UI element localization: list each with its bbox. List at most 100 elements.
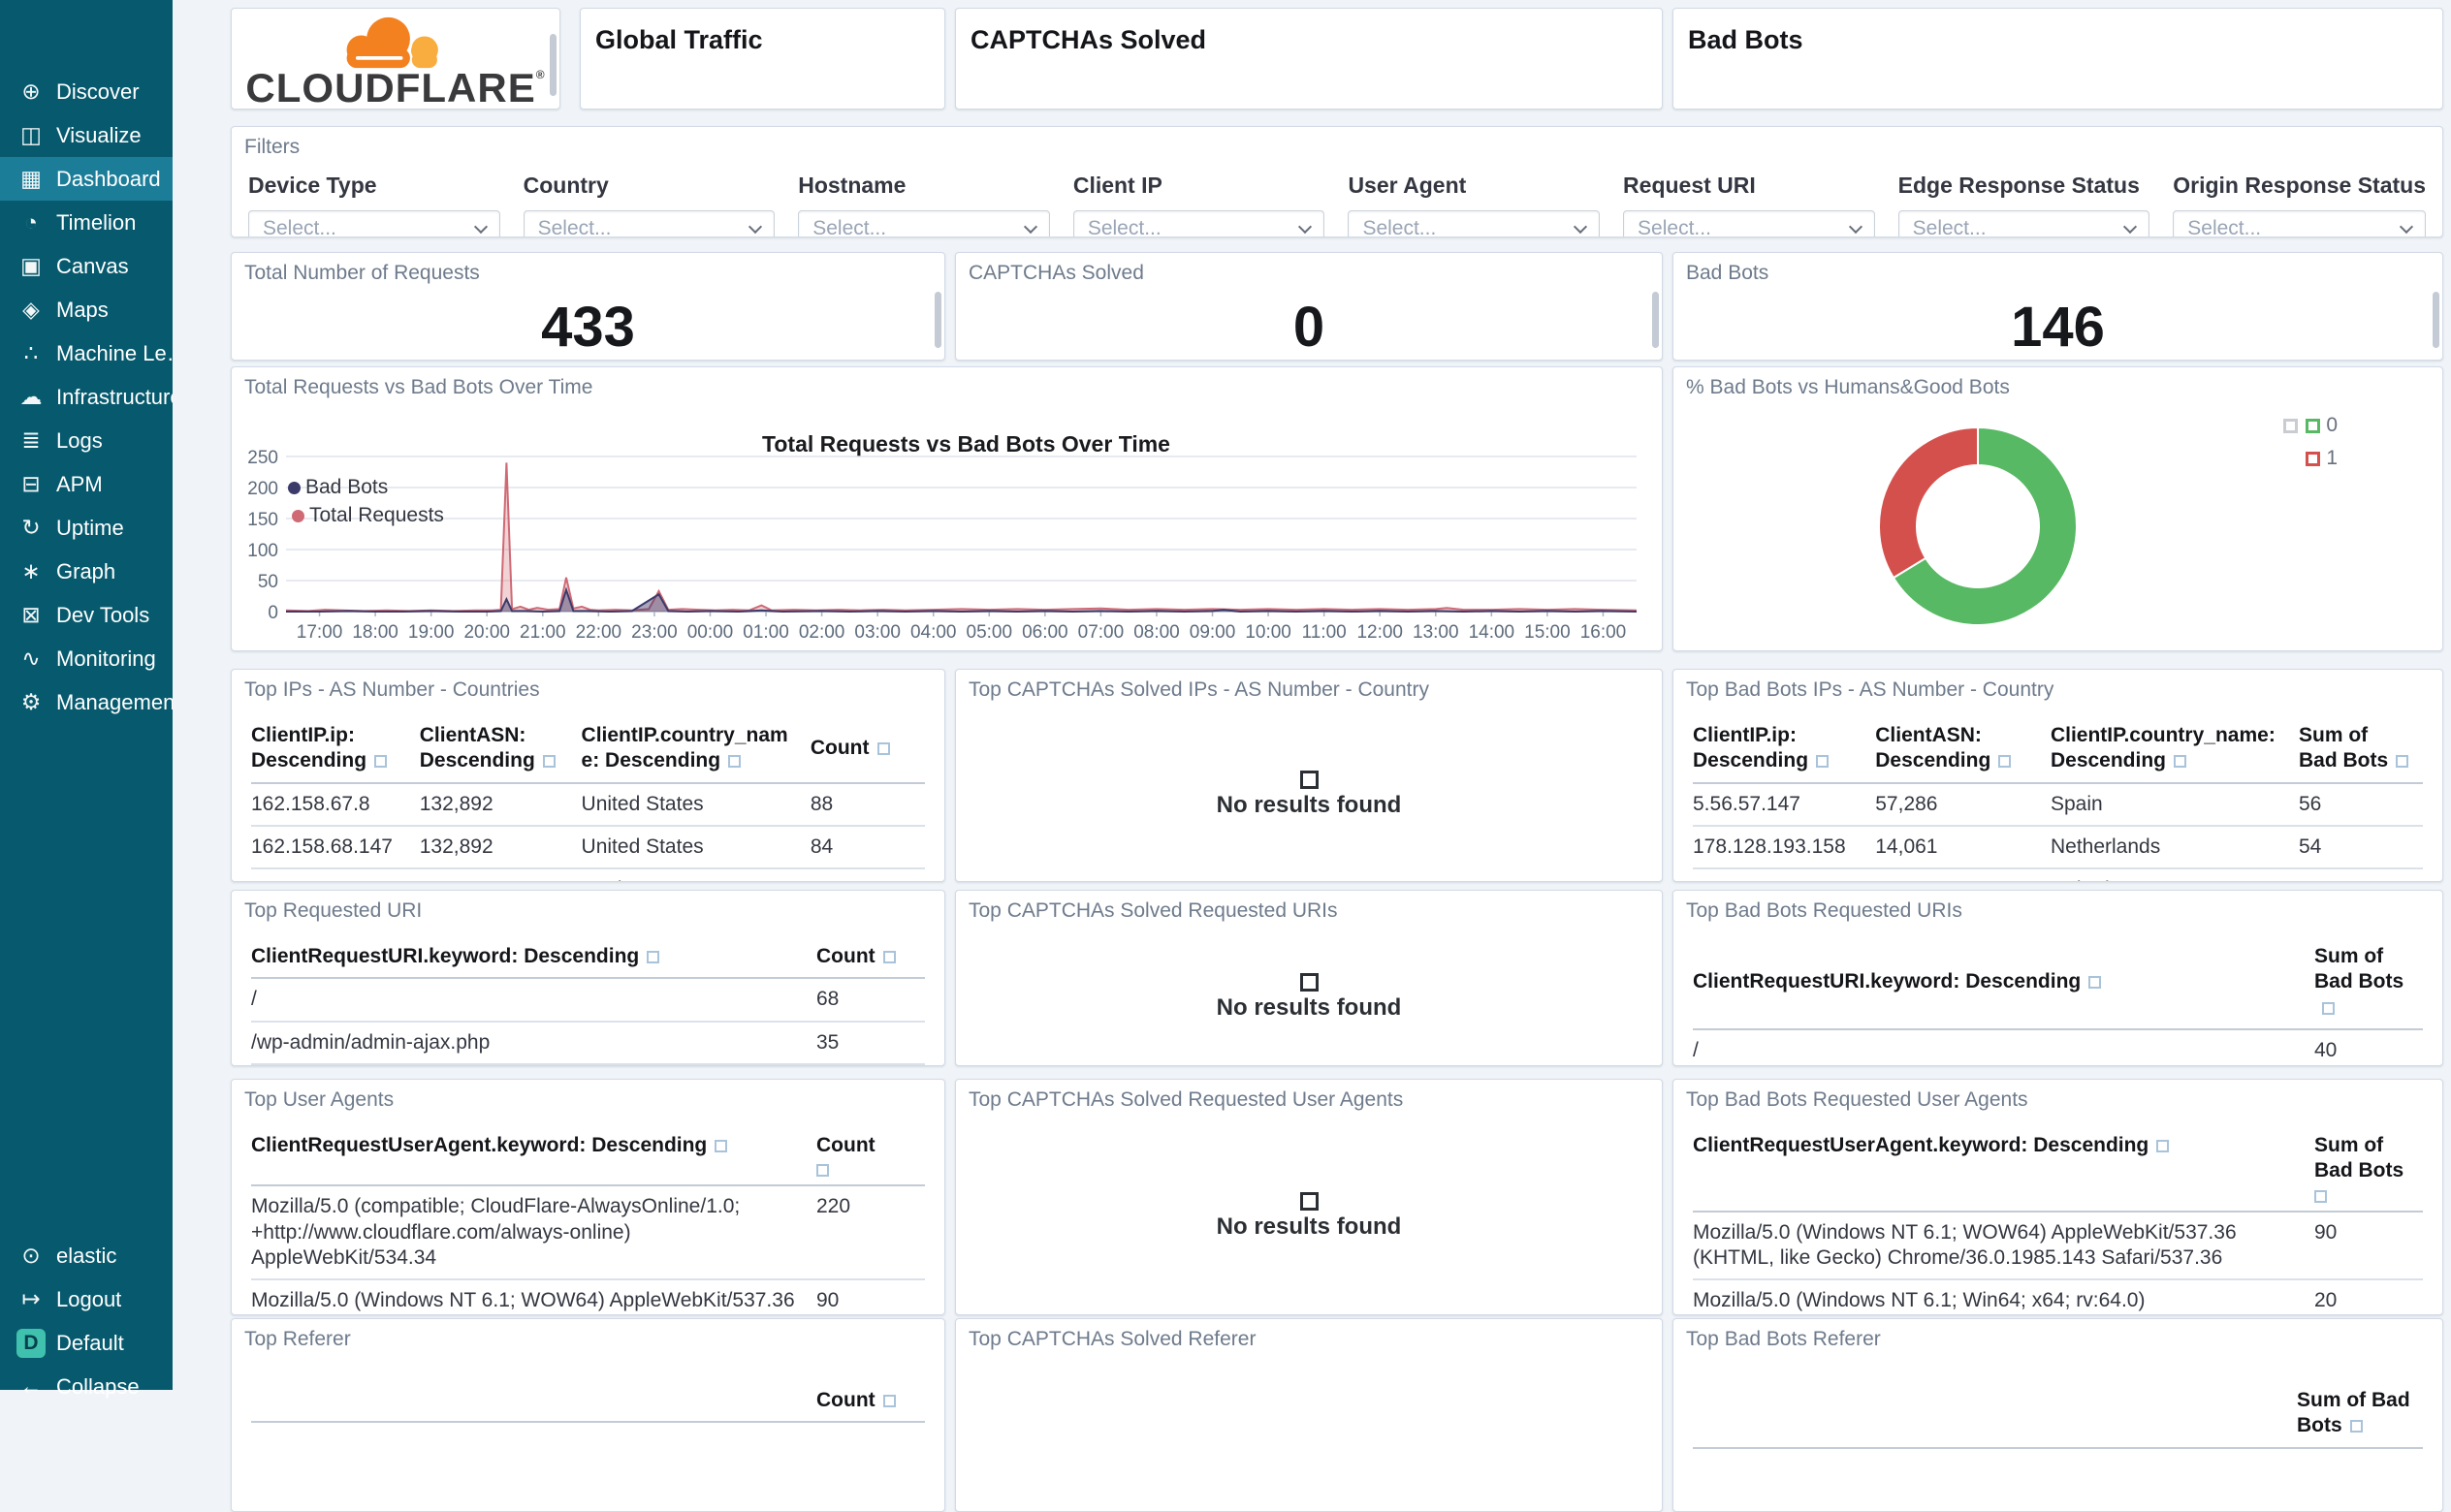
filter-select[interactable]: Select...	[1623, 210, 1875, 236]
legend-label: 0	[2326, 414, 2338, 436]
table-row[interactable]: /wp-admin/admin-post.php16	[251, 1065, 925, 1066]
sidebar-item-maps[interactable]: ◈ Maps	[0, 288, 173, 331]
sidebar-item-timelion[interactable]: ◔ Timelion	[0, 201, 173, 244]
column-header[interactable]: ClientRequestUserAgent.keyword: Descendi…	[251, 1125, 816, 1166]
filter-select[interactable]: Select...	[523, 210, 776, 236]
table-cell: 40	[2314, 1038, 2338, 1061]
table-row[interactable]: 5.56.57.14757,286Spain56	[251, 869, 925, 881]
table-cell: 88	[810, 792, 834, 815]
logs-icon: ≣	[21, 427, 41, 453]
sort-icon[interactable]	[882, 1395, 896, 1407]
column-header[interactable]: ClientIP.ip: Descending	[1693, 715, 1875, 782]
sort-icon[interactable]	[374, 755, 388, 769]
sidebar-item-canvas[interactable]: ▣ Canvas	[0, 244, 173, 288]
sort-icon[interactable]	[2349, 1420, 2363, 1433]
sort-icon[interactable]	[2088, 976, 2102, 990]
sidebar-item-monitoring[interactable]: ∿ Monitoring	[0, 637, 173, 680]
sidebar-item-infrastructure[interactable]: ☁ Infrastructure	[0, 375, 174, 419]
sidebar-item-machine-learning[interactable]: ∴ Machine Le…	[0, 331, 173, 375]
column-header[interactable]: ClientRequestURI.keyword: Descending	[1693, 961, 2314, 1002]
column-header[interactable]: Count	[816, 1125, 925, 1184]
column-header[interactable]: Sum of Bad Bots	[2314, 936, 2423, 1028]
table-cell: 16	[816, 1065, 925, 1066]
sort-icon[interactable]	[2314, 1189, 2327, 1203]
column-header-label: Count	[816, 945, 875, 967]
sidebar-item-space-default[interactable]: D Default	[0, 1321, 173, 1365]
sort-icon[interactable]	[542, 755, 556, 769]
svg-text:250: 250	[247, 448, 278, 468]
legend-row-0[interactable]: 0	[2276, 414, 2338, 437]
column-header[interactable]: ClientASN: Descending	[1875, 715, 2051, 782]
filter-select[interactable]: Select...	[1897, 210, 2150, 236]
sidebar-item-dev-tools[interactable]: ⊠ Dev Tools	[0, 593, 173, 637]
column-header[interactable]: ClientIP.country_name: Descending	[582, 715, 811, 782]
sidebar-item-visualize[interactable]: ◫ Visualize	[0, 113, 173, 157]
time-series-chart[interactable]: 0 50 100 150 200 250 17:00 18:00 19:00 20:00 21:00…	[241, 394, 1652, 648]
sidebar-item-logs[interactable]: ≣ Logs	[0, 419, 173, 462]
table-row[interactable]: / 40	[1693, 1030, 2423, 1065]
sort-icon[interactable]	[715, 1140, 728, 1152]
sort-icon[interactable]	[816, 1164, 829, 1178]
column-header[interactable]: Count	[816, 936, 925, 977]
table-row[interactable]: Mozilla/5.0 (Windows NT 6.1; WOW64) Appl…	[251, 1280, 925, 1314]
sidebar-item-uptime[interactable]: ↻ Uptime	[0, 506, 173, 550]
column-header[interactable]: ClientIP.country_name: Descending	[2051, 715, 2299, 782]
panel-scrollbar[interactable]	[550, 34, 557, 96]
sidebar-item-user[interactable]: ⊙ elastic	[0, 1234, 173, 1277]
sidebar-item-collapse[interactable]: ← Collapse	[0, 1365, 173, 1408]
sort-icon[interactable]	[647, 951, 660, 963]
sort-icon[interactable]	[2174, 755, 2186, 769]
sort-icon[interactable]	[2396, 755, 2409, 769]
user-icon: ⊙	[21, 1243, 41, 1268]
sidebar-item-graph[interactable]: ∗ Graph	[0, 550, 173, 593]
sidebar-nav-list: ⊕ Discover ◫ Visualize ▦ Dashboard ◔ Tim…	[0, 70, 173, 724]
sort-icon[interactable]	[728, 755, 742, 769]
sidebar-item-dashboard[interactable]: ▦ Dashboard	[0, 157, 173, 201]
metric-captchas-solved: CAPTCHAs Solved 0	[955, 252, 1663, 361]
column-header[interactable]: ClientIP.ip: Descending	[251, 715, 420, 782]
sidebar-item-management[interactable]: ⚙ Management	[0, 680, 173, 724]
sort-icon[interactable]	[1998, 755, 2012, 769]
table-row[interactable]: 5.56.57.14757,286Spain56	[1693, 784, 2423, 827]
sidebar-item-logout[interactable]: ↦ Logout	[0, 1277, 173, 1321]
filter-select[interactable]: Select...	[798, 210, 1050, 236]
filter-select[interactable]: Select...	[2173, 210, 2426, 236]
sort-icon[interactable]	[2322, 1001, 2335, 1015]
panel-scrollbar[interactable]	[935, 292, 941, 348]
filter-select[interactable]: Select...	[248, 210, 500, 236]
column-header[interactable]: ClientRequestUserAgent.keyword: Descendi…	[1693, 1125, 2314, 1166]
svg-text:14:00: 14:00	[1469, 622, 1515, 643]
sort-icon[interactable]	[882, 951, 896, 963]
legend-row-1[interactable]: 1	[2276, 447, 2338, 470]
svg-text:50: 50	[258, 572, 278, 592]
table-row[interactable]: Mozilla/5.0 (compatible; CloudFlare-Alwa…	[251, 1186, 925, 1280]
filter-select[interactable]: Select...	[1348, 210, 1601, 236]
sort-icon[interactable]	[2156, 1140, 2170, 1152]
donut-chart[interactable]	[1875, 424, 2081, 629]
table-row[interactable]: 128.32.162.14525United States2	[1693, 869, 2423, 881]
column-header[interactable]: ClientASN: Descending	[420, 715, 582, 782]
table-row[interactable]: Mozilla/5.0 (Windows NT 6.1; WOW64) Appl…	[1693, 1213, 2423, 1280]
panel-title: Top Bad Bots Requested URIs	[1686, 899, 1962, 922]
table-row[interactable]: 162.158.67.8 132,892 United States 88	[251, 784, 925, 827]
filter-select[interactable]: Select...	[1072, 210, 1325, 236]
table-row[interactable]: / 68	[251, 979, 925, 1023]
sort-icon[interactable]	[1816, 755, 1830, 769]
legend-item-bad-bots[interactable]: Bad Bots	[288, 476, 444, 499]
column-header[interactable]: Sum of Bad Bots	[2314, 1125, 2423, 1211]
table-row[interactable]: 178.128.193.158 14,061 Netherlands 54	[1693, 827, 2423, 869]
column-header[interactable]: Count	[816, 1380, 925, 1421]
column-header[interactable]: Sum of Bad Bots	[2297, 1380, 2423, 1447]
column-header[interactable]: ClientRequestURI.keyword: Descending	[251, 936, 816, 977]
panel-scrollbar[interactable]	[1652, 292, 1659, 348]
table-row[interactable]: Mozilla/5.0 (Windows NT 6.1; Win64; x64;…	[1693, 1280, 2423, 1314]
sort-icon[interactable]	[876, 742, 890, 756]
legend-item-total-requests[interactable]: Total Requests	[292, 504, 444, 527]
table-row[interactable]: /wp-admin/admin-ajax.php 35	[251, 1023, 925, 1065]
sidebar-item-apm[interactable]: ⊟ APM	[0, 462, 173, 506]
column-header[interactable]: Sum of Bad Bots	[2299, 715, 2423, 782]
panel-scrollbar[interactable]	[2433, 292, 2439, 348]
table-row[interactable]: 162.158.68.147 132,892 United States 84	[251, 827, 925, 869]
sidebar-item-discover[interactable]: ⊕ Discover	[0, 70, 173, 113]
column-header[interactable]: Count	[811, 728, 925, 769]
